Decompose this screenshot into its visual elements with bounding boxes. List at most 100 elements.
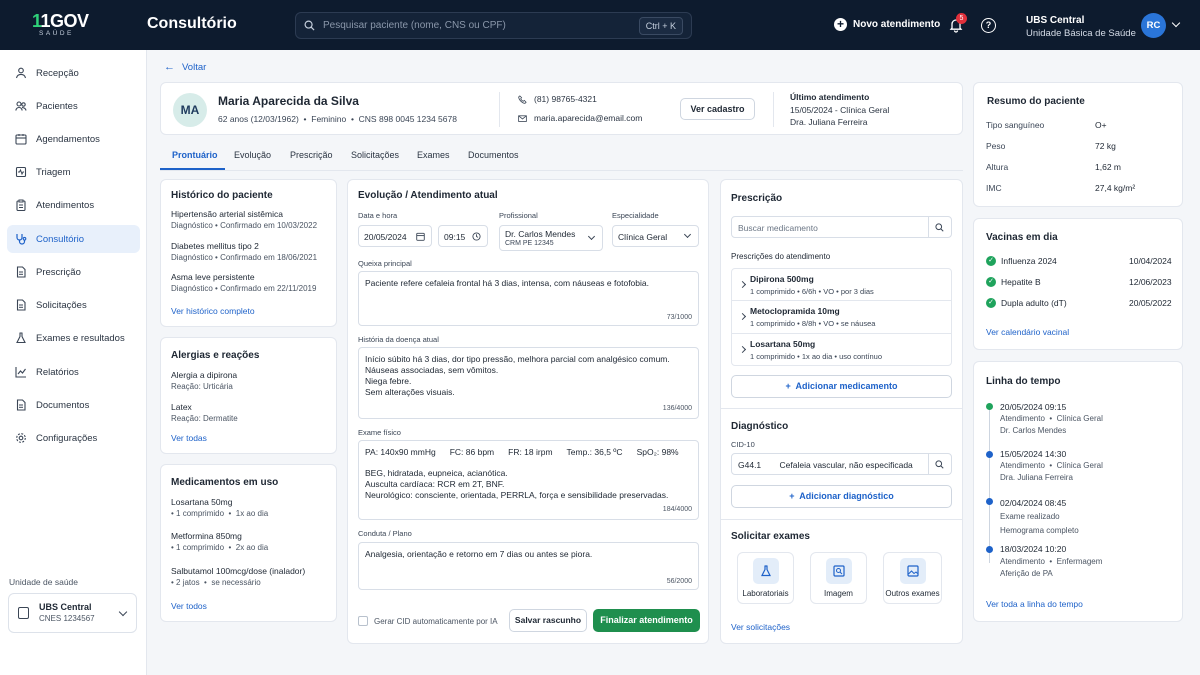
patient-name: Maria Aparecida da Silva <box>218 94 359 108</box>
timeline-detail: Aferição de PA <box>1000 569 1053 578</box>
building-icon <box>18 607 29 619</box>
lab-exams-label: Laboratoriais <box>742 589 789 598</box>
sidebar-item-atendimentos[interactable]: Atendimentos <box>7 191 140 219</box>
allergy-reaction: Reação: Urticária <box>171 382 233 391</box>
timeline-dot <box>986 498 993 505</box>
unit-selector[interactable]: UBS Central CNES 1234567 <box>8 593 137 633</box>
plan-textarea[interactable]: Analgesia, orientação e retorno em 7 dia… <box>358 542 699 590</box>
back-link[interactable]: ← Voltar <box>164 61 206 73</box>
all-allergies-link[interactable]: Ver todas <box>171 433 207 443</box>
med-name: Losartana 50mg <box>171 497 233 507</box>
sidebar-item-pacientes[interactable]: Pacientes <box>7 92 140 120</box>
hda-label: História da doença atual <box>358 335 439 344</box>
sidebar-item-documentos[interactable]: Documentos <box>7 391 140 419</box>
tab-solicitacoes[interactable]: Solicitações <box>351 150 399 160</box>
prescriptions-list: Dipirona 500mg 1 comprimido • 6/6h • VO … <box>731 268 952 366</box>
complaint-textarea[interactable]: Paciente refere cefaleia frontal há 3 di… <box>358 271 699 326</box>
professional-select[interactable]: Dr. Carlos Mendes CRM PE 12345 <box>499 225 603 251</box>
full-history-link[interactable]: Ver histórico completo <box>171 306 255 316</box>
date-input[interactable]: 20/05/2024 <box>358 225 432 247</box>
sidebar-item-prescricao[interactable]: Prescrição <box>7 258 140 286</box>
user-avatar[interactable]: RC <box>1141 13 1166 38</box>
prescription-item[interactable]: Metoclopramida 10mg 1 comprimido • 8/8h … <box>732 300 951 332</box>
med-dose: 1 comprimido <box>176 543 225 552</box>
allergies-title: Alergias e reações <box>171 350 260 361</box>
hda-counter: 136/4000 <box>662 405 692 412</box>
time-input[interactable]: 09:15 <box>438 225 488 247</box>
summary-key: Peso <box>986 141 1006 151</box>
prescription-item[interactable]: Dipirona 500mg 1 comprimido • 6/6h • VO … <box>732 269 951 300</box>
search-icon[interactable] <box>935 223 944 232</box>
timeline-detail: Dr. Carlos Mendes <box>1000 426 1067 435</box>
history-item-name: Diabetes mellitus tipo 2 <box>171 241 259 251</box>
view-requests-link[interactable]: Ver solicitações <box>731 622 790 632</box>
specialty-label: Especialidade <box>612 211 659 220</box>
timeline-event[interactable]: 20/05/2024 09:15 Atendimento • Clínica G… <box>1000 401 1103 437</box>
sidebar-item-triagem[interactable]: Triagem <box>7 158 140 186</box>
clipboard-icon <box>16 199 26 211</box>
timeline-title: Linha do tempo <box>986 376 1061 387</box>
history-card: Histórico do paciente Hipertensão arteri… <box>160 179 337 327</box>
patient-search-input[interactable]: Pesquisar paciente (nome, CNS ou CPF) Ct… <box>295 12 692 39</box>
prescription-item[interactable]: Losartana 50mg 1 comprimido • 1x ao dia … <box>732 333 951 365</box>
search-icon[interactable] <box>935 460 944 469</box>
chart-icon <box>15 367 26 378</box>
timeline-event[interactable]: 15/05/2024 14:30 Atendimento • Clínica G… <box>1000 448 1103 484</box>
add-medication-button[interactable]: + Adicionar medicamento <box>731 375 952 398</box>
sidebar-item-label: Relatórios <box>36 366 79 378</box>
medication-search-input[interactable]: Buscar medicamento <box>731 216 952 238</box>
save-draft-button[interactable]: Salvar rascunho <box>509 609 587 632</box>
sidebar-item-label: Configurações <box>36 432 98 444</box>
prescription-interval: 8/8h <box>801 319 817 328</box>
prescription-dose: 1 comprimido <box>750 352 796 361</box>
tab-prescricao[interactable]: Prescrição <box>290 150 333 160</box>
new-attendance-button[interactable]: + Novo atendimento <box>834 18 940 31</box>
search-icon <box>304 20 315 31</box>
sidebar-item-consultorio[interactable]: Consultório <box>7 225 140 253</box>
search-divider <box>928 217 929 237</box>
check-icon: ✓ <box>986 256 996 266</box>
tab-prontuario[interactable]: Prontuário <box>172 150 218 160</box>
chevron-down-icon[interactable] <box>1171 18 1181 28</box>
tab-evolucao[interactable]: Evolução <box>234 150 271 160</box>
full-timeline-link[interactable]: Ver toda a linha do tempo <box>986 599 1083 609</box>
sidebar-item-recepcao[interactable]: Recepção <box>7 59 140 87</box>
vaccine-calendar-link[interactable]: Ver calendário vacinal <box>986 327 1069 337</box>
top-bar: 11GOV SAÚDE Consultório Pesquisar pacien… <box>0 0 1200 50</box>
unit-selector-name: UBS Central <box>39 602 92 612</box>
tab-documentos[interactable]: Documentos <box>468 150 519 160</box>
allergy-name: Alergia a dipirona <box>171 370 238 380</box>
app-logo[interactable]: 11GOV SAÚDE <box>32 12 96 40</box>
tab-exames[interactable]: Exames <box>417 150 450 160</box>
all-meds-link[interactable]: Ver todos <box>171 601 207 611</box>
sidebar-item-solicitacoes[interactable]: Solicitações <box>7 291 140 319</box>
view-register-button[interactable]: Ver cadastro <box>680 98 755 120</box>
finish-attendance-button[interactable]: Finalizar atendimento <box>593 609 700 632</box>
diagnosis-title: Diagnóstico <box>731 421 789 432</box>
timeline-dot <box>986 546 993 553</box>
plus-icon: + <box>789 491 795 501</box>
document-icon <box>16 399 26 411</box>
last-attendance-date: 15/05/2024 - Clínica Geral <box>790 104 890 115</box>
physical-exam-textarea[interactable]: PA: 140x90 mmHg FC: 86 bpm FR: 18 irpm T… <box>358 440 699 520</box>
lab-exams-button[interactable]: Laboratoriais <box>737 552 794 604</box>
sidebar-item-relatorios[interactable]: Relatórios <box>7 358 140 386</box>
timeline-event[interactable]: 18/03/2024 10:20 Atendimento • Enfermage… <box>1000 543 1102 581</box>
hda-line: Início súbito há 3 dias, dor tipo pressã… <box>365 354 670 364</box>
exams-title: Solicitar exames <box>731 531 810 542</box>
cid-input[interactable]: G44.1 Cefaleia vascular, não especificad… <box>731 453 952 475</box>
sidebar-item-configuracoes[interactable]: Configurações <box>7 424 140 452</box>
sidebar-item-exames[interactable]: Exames e resultados <box>7 324 140 352</box>
sidebar-item-agendamentos[interactable]: Agendamentos <box>7 125 140 153</box>
professional-crm: CRM PE 12345 <box>505 240 554 247</box>
specialty-select[interactable]: Clínica Geral <box>612 225 699 247</box>
unit-type: Unidade Básica de Saúde <box>1026 28 1136 39</box>
hda-textarea[interactable]: Início súbito há 3 dias, dor tipo pressã… <box>358 347 699 419</box>
help-icon[interactable]: ? <box>981 18 996 33</box>
history-item-name: Hipertensão arterial sistêmica <box>171 209 283 219</box>
timeline-event[interactable]: 02/04/2024 08:45 Exame realizado Hemogra… <box>1000 496 1079 538</box>
imaging-exams-button[interactable]: Imagem <box>810 552 867 604</box>
ai-cid-checkbox[interactable]: Gerar CID automaticamente por IA <box>358 616 498 626</box>
other-exams-button[interactable]: Outros exames <box>883 552 942 604</box>
add-diagnosis-button[interactable]: + Adicionar diagnóstico <box>731 485 952 508</box>
